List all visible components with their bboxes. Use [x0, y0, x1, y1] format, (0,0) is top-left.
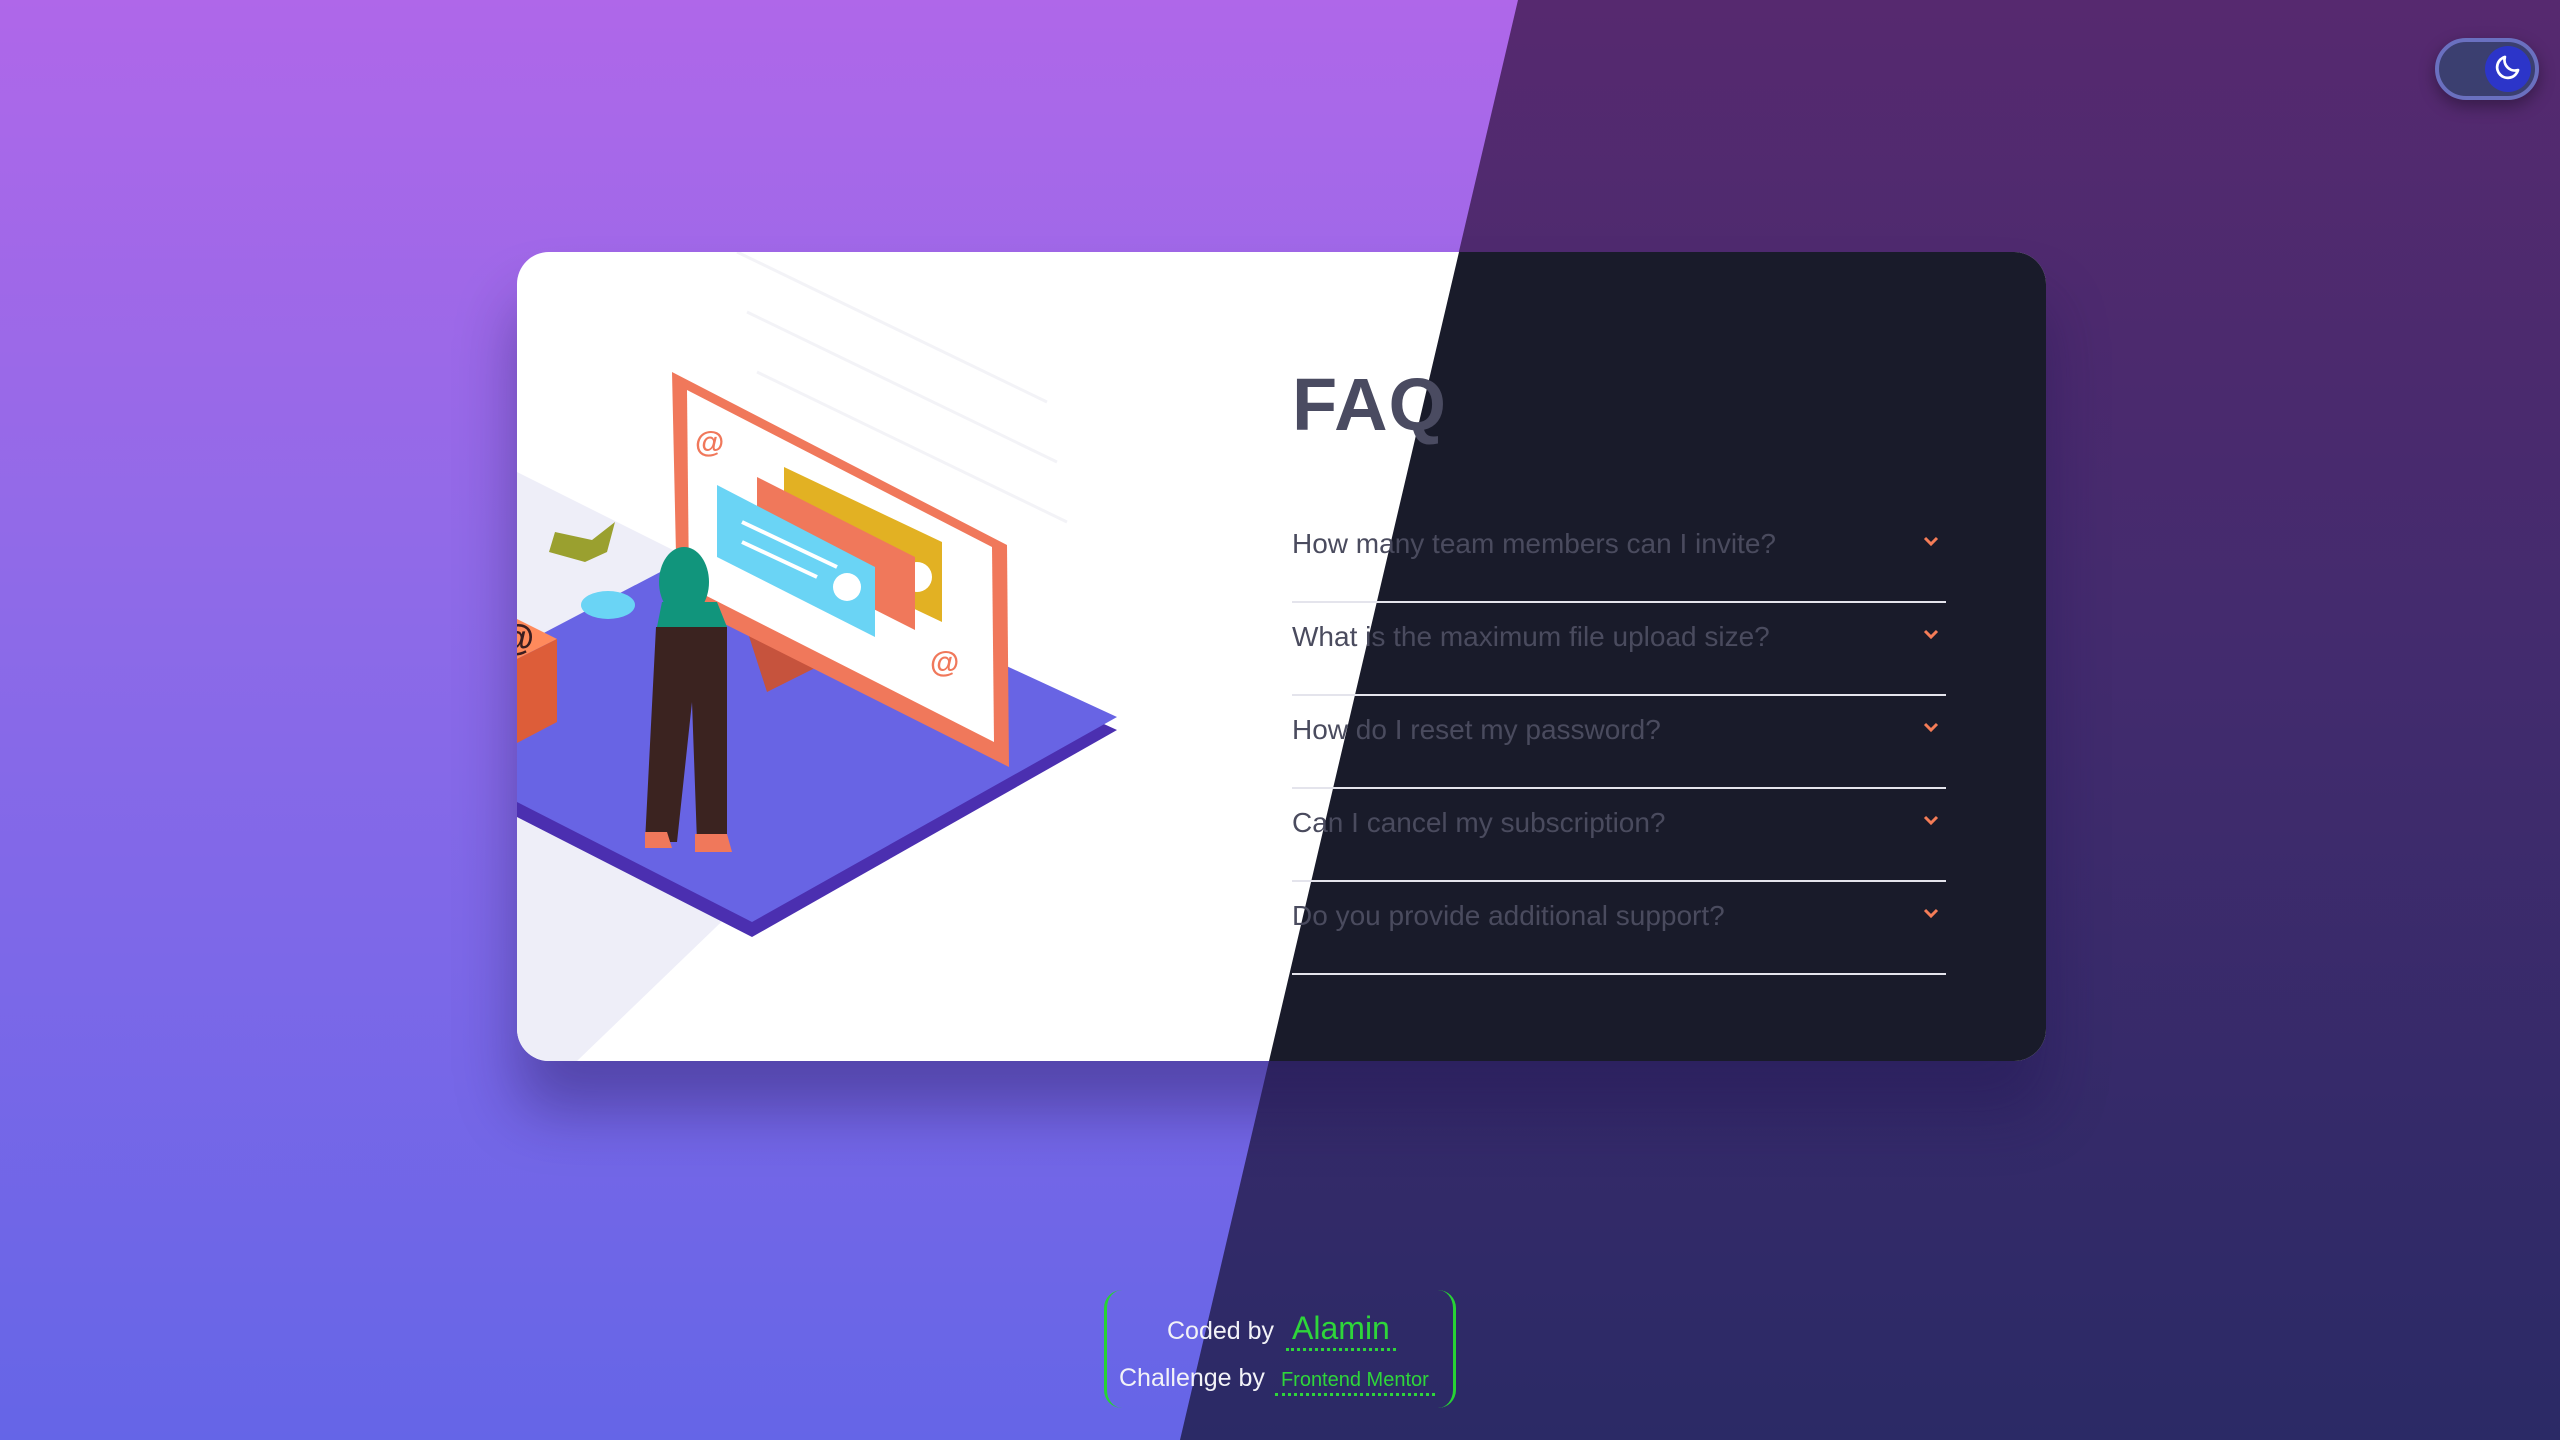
- faq-question: How do I reset my password?: [1292, 714, 1661, 745]
- chevron-down-icon: [1923, 629, 1939, 640]
- woman-shoe: [695, 834, 732, 852]
- chevron-down-icon: [1923, 815, 1939, 826]
- theme-toggle[interactable]: [2435, 38, 2539, 100]
- faq-item[interactable]: What is the maximum file upload size?: [1292, 603, 1946, 696]
- faq-list: How many team members can I invite? What…: [1292, 510, 1946, 975]
- faq-question: How many team members can I invite?: [1292, 528, 1776, 559]
- attribution: Coded by Alamin Challenge by Frontend Ment…: [1104, 1290, 1456, 1408]
- faq-question: Do you provide additional support?: [1292, 900, 1725, 931]
- coded-by-label: Coded by: [1167, 1317, 1275, 1345]
- faq-question: Can I cancel my subscription?: [1292, 807, 1666, 838]
- chevron-down-icon: [1923, 908, 1939, 919]
- chevron-down-icon: [1923, 722, 1939, 733]
- moon-icon: [2493, 52, 2523, 87]
- at-symbol-icon: @: [517, 617, 534, 658]
- faq-item[interactable]: Do you provide additional support?: [1292, 882, 1946, 975]
- message-dot: [833, 573, 861, 601]
- author-link[interactable]: Alamin: [1286, 1310, 1396, 1351]
- at-symbol-icon: @: [695, 426, 724, 459]
- page-title: FAQ: [1292, 363, 1448, 446]
- faq-item[interactable]: How do I reset my password?: [1292, 696, 1946, 789]
- frontend-mentor-link[interactable]: Frontend Mentor: [1274, 1369, 1435, 1396]
- challenge-by-row: Challenge by Frontend Mentor: [1119, 1364, 1435, 1396]
- faq-question: What is the maximum file upload size?: [1292, 621, 1770, 652]
- coded-by-row: Coded by Alamin: [1167, 1310, 1396, 1351]
- chevron-down-icon: [1923, 536, 1939, 547]
- toggle-knob[interactable]: [2485, 46, 2531, 92]
- illustration-woman-online: @ @ @: [517, 252, 1117, 1061]
- at-symbol-icon: @: [930, 646, 959, 679]
- faq-card: @ @ @ FAQ How many team members can I in…: [517, 252, 2046, 1061]
- plant-pot: [581, 591, 635, 619]
- faq-item[interactable]: Can I cancel my subscription?: [1292, 789, 1946, 882]
- woman-top: [657, 602, 727, 627]
- faq-item[interactable]: How many team members can I invite?: [1292, 510, 1946, 603]
- challenge-by-label: Challenge by: [1119, 1364, 1265, 1392]
